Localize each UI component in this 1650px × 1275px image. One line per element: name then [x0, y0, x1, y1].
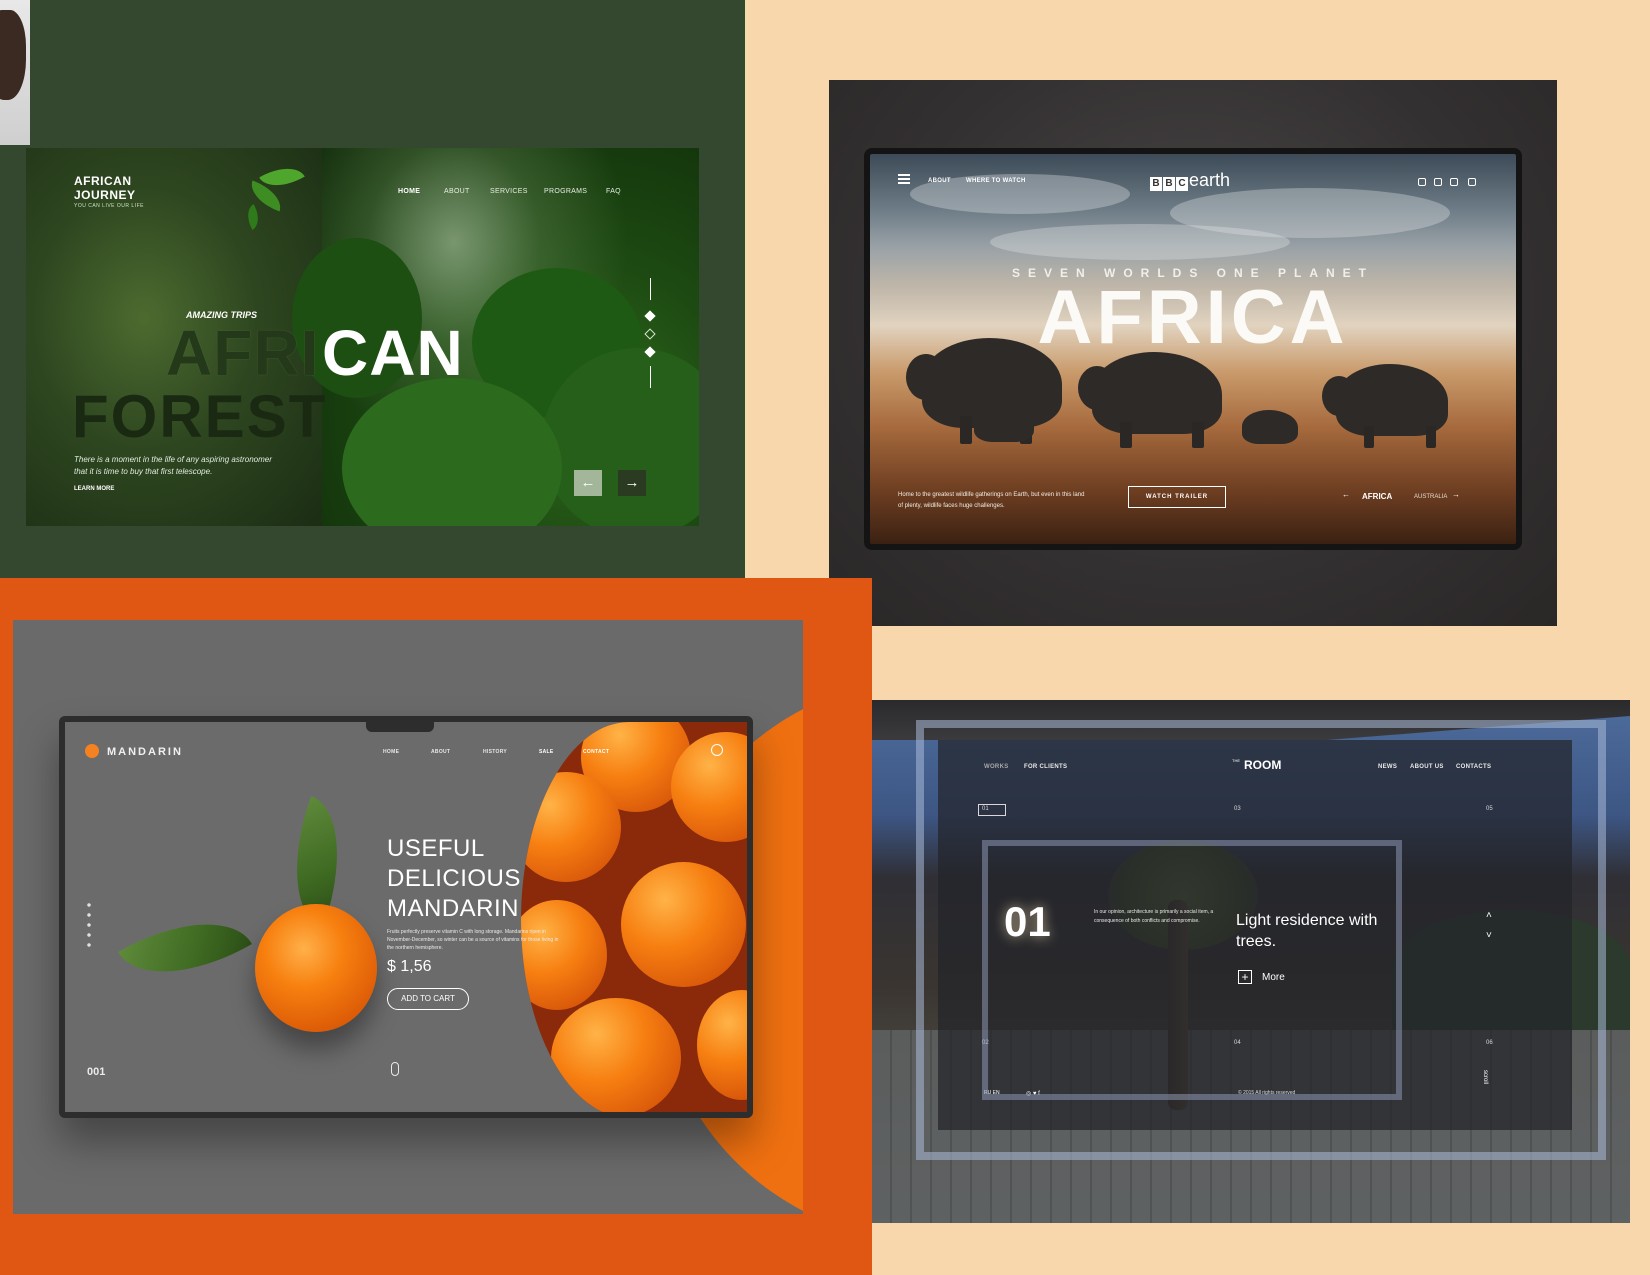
elephant-calf [974, 404, 1034, 442]
mandarin-fruit-photo [521, 722, 747, 1112]
logo-letter-box: B [1150, 177, 1162, 191]
prev-arrow-button[interactable]: ← [574, 470, 602, 496]
learn-more-link[interactable]: LEARN MORE [74, 486, 114, 492]
pager-next-label[interactable]: AUSTRALIA [1414, 494, 1447, 500]
logo-line-1[interactable]: AFRICAN [74, 174, 132, 188]
vertical-pagination-dots[interactable] [87, 900, 91, 950]
next-arrow-button[interactable]: → [618, 470, 646, 496]
nav-home[interactable]: HOME [398, 188, 420, 195]
mandarin-fruit [621, 862, 746, 987]
mandarin-fruit [697, 990, 747, 1100]
elephant-leg [1120, 422, 1132, 448]
logo-letter-box: C [1176, 177, 1188, 191]
brand-name[interactable]: MANDARIN [107, 746, 183, 758]
elephant-leg [1426, 426, 1436, 448]
logo-word: earth [1189, 170, 1231, 190]
project-index[interactable]: 05 [1486, 806, 1493, 812]
inner-glass-frame [982, 840, 1402, 1100]
product-description: Fruits perfectly preserve vitamin C with… [387, 929, 559, 951]
mandarin-leaf [118, 892, 252, 1004]
nav-where-to-watch[interactable]: WHERE TO WATCH [966, 178, 1026, 184]
profile-icon[interactable] [711, 744, 723, 756]
elephant [1322, 376, 1356, 416]
mandarin-fruit [551, 998, 681, 1112]
add-to-cart-button[interactable]: ADD TO CART [387, 988, 469, 1010]
mandarin-website-mockup: MANDARIN HOME ABOUT HISTORY SALE CONTACT… [59, 716, 753, 1118]
logo-prefix: THE [1232, 758, 1240, 763]
moodboard-collage: AFRICAN JOURNEY YOU CAN LIVE OUR LIFE HO… [0, 0, 1650, 1275]
the-room-website-mockup: WORKS FOR CLIENTS THE ROOM NEWS ABOUT US… [872, 700, 1630, 1223]
nav-sale[interactable]: SALE [539, 749, 554, 755]
african-forest-website-mockup: AFRICAN JOURNEY YOU CAN LIVE OUR LIFE HO… [26, 148, 699, 526]
chevron-down-icon[interactable]: ˅ [1486, 930, 1492, 941]
nav-about-us[interactable]: ABOUT US [1410, 764, 1444, 770]
avatar-face [0, 10, 26, 100]
bbc-earth-website-mockup: ABOUT WHERE TO WATCH B B Cearth SEVEN WORL… [864, 148, 1522, 550]
slider-line [650, 278, 651, 300]
elephant [1078, 366, 1116, 410]
elephant-leg [1192, 422, 1204, 448]
product-price: $ 1,56 [387, 958, 432, 975]
project-index[interactable]: 01 [982, 806, 989, 812]
instagram-icon[interactable] [1450, 178, 1458, 186]
the-room-logo[interactable]: ROOM [1244, 758, 1281, 772]
hero-description: Home to the greatest wildlife gatherings… [898, 492, 1085, 509]
hero-title-part-2: CAN [322, 317, 464, 389]
youtube-icon[interactable] [1468, 178, 1476, 186]
elephant [906, 354, 946, 400]
hamburger-menu-icon[interactable] [898, 174, 910, 184]
elephant-leg [1364, 426, 1374, 448]
cloud [990, 224, 1290, 260]
logo-letter-box: B [1163, 177, 1175, 191]
twitter-icon[interactable] [1434, 178, 1442, 186]
nav-works[interactable]: WORKS [984, 764, 1009, 770]
slide-number: 001 [87, 1066, 106, 1078]
device-notch [366, 722, 434, 732]
pager-prev-icon[interactable]: ← [1342, 490, 1350, 499]
pager-active-label[interactable]: AFRICA [1362, 492, 1392, 501]
nav-contacts[interactable]: CONTACTS [1456, 764, 1491, 770]
facebook-icon[interactable] [1418, 178, 1426, 186]
project-index[interactable]: 03 [1234, 806, 1241, 812]
brand-dot-icon [85, 744, 99, 758]
elephant-calf [1242, 410, 1298, 444]
avatar [0, 0, 30, 145]
nav-about[interactable]: ABOUT [431, 749, 450, 755]
mouse-scroll-icon [391, 1062, 399, 1076]
nav-faq[interactable]: FAQ [606, 188, 621, 195]
elephant-leg [960, 416, 972, 444]
mandarin-product-image [255, 904, 377, 1032]
nav-news[interactable]: NEWS [1378, 764, 1397, 770]
chevron-up-icon[interactable]: ˄ [1486, 910, 1492, 921]
logo-line-2[interactable]: JOURNEY [74, 188, 136, 202]
nav-about[interactable]: ABOUT [444, 188, 470, 195]
nav-for-clients[interactable]: FOR CLIENTS [1024, 764, 1067, 770]
mandarin-gray-backdrop: MANDARIN HOME ABOUT HISTORY SALE CONTACT… [13, 620, 803, 1214]
nav-history[interactable]: HISTORY [483, 749, 507, 755]
nav-about[interactable]: ABOUT [928, 178, 951, 184]
scroll-indicator[interactable]: scroll [1482, 1070, 1488, 1084]
nav-contact[interactable]: CONTACT [583, 749, 609, 755]
logo-tagline: YOU CAN LIVE OUR LIFE [74, 203, 144, 209]
bbc-earth-logo[interactable]: B B Cearth [1150, 170, 1230, 191]
pager-next-icon[interactable]: → [1452, 490, 1460, 499]
hero-title: USEFUL DELICIOUS MANDARIN [387, 834, 547, 924]
nav-home[interactable]: HOME [383, 749, 399, 755]
hero-title-line: USEFUL [387, 835, 485, 862]
watch-trailer-button[interactable]: WATCH TRAILER [1128, 486, 1226, 508]
hero-description: There is a moment in the life of any asp… [74, 455, 272, 476]
nav-services[interactable]: SERVICES [490, 188, 528, 195]
hero-title-line-2: FOREST [72, 383, 328, 450]
nav-programs[interactable]: PROGRAMS [544, 188, 587, 195]
slider-line [650, 366, 651, 388]
hero-title-line: MANDARIN [387, 895, 520, 922]
hero-title-line: DELICIOUS [387, 865, 521, 892]
project-index[interactable]: 06 [1486, 1040, 1493, 1046]
hero-title-part-1: AFRI [166, 317, 320, 389]
